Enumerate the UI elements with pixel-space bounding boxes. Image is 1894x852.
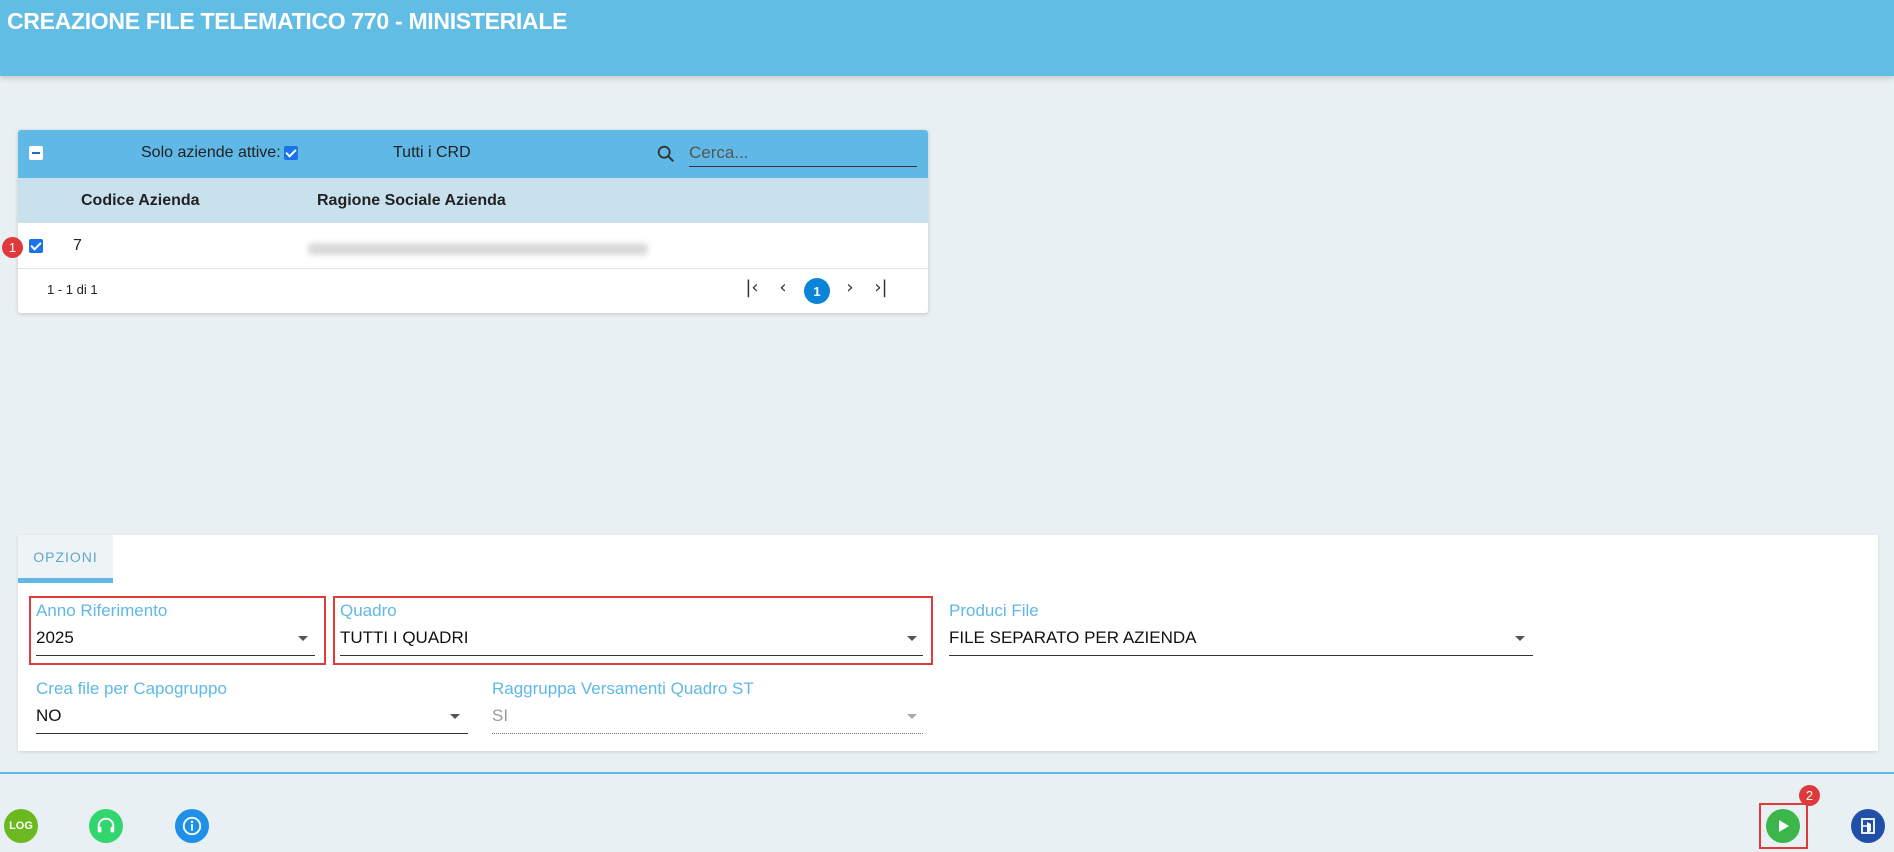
produci-label: Produci File bbox=[949, 601, 1039, 620]
produci-underline bbox=[949, 655, 1533, 656]
active-only-checkbox[interactable] bbox=[284, 146, 298, 160]
step-marker-2: 2 bbox=[1799, 785, 1820, 806]
anno-underline bbox=[36, 655, 315, 656]
pager-info: 1 - 1 di 1 bbox=[47, 282, 98, 297]
quadro-dropdown-icon[interactable] bbox=[907, 636, 917, 641]
exit-button[interactable] bbox=[1851, 809, 1885, 843]
search-input[interactable] bbox=[689, 140, 917, 167]
capogruppo-underline bbox=[36, 733, 468, 734]
exit-door-icon bbox=[1861, 818, 1875, 834]
grid-toolbar: Solo aziende attive: Tutti i CRD bbox=[18, 130, 928, 178]
column-header-name[interactable]: Ragione Sociale Azienda bbox=[317, 192, 506, 210]
quadro-underline bbox=[340, 655, 923, 656]
options-panel: OPZIONI Anno Riferimento 2025 Quadro TUT… bbox=[18, 535, 1878, 751]
run-button[interactable] bbox=[1766, 809, 1800, 843]
page-number-button[interactable]: 1 bbox=[804, 278, 830, 304]
capogruppo-label: Crea file per Capogruppo bbox=[36, 679, 227, 698]
last-page-icon[interactable]: ›| bbox=[867, 273, 895, 301]
company-code: 7 bbox=[73, 237, 82, 254]
active-only-label: Solo aziende attive: bbox=[141, 144, 281, 161]
first-page-icon[interactable]: |‹ bbox=[738, 273, 766, 301]
quadro-select[interactable]: TUTTI I QUADRI bbox=[340, 628, 468, 648]
capogruppo-dropdown-icon[interactable] bbox=[450, 714, 460, 719]
info-button[interactable] bbox=[175, 809, 209, 843]
produci-select[interactable]: FILE SEPARATO PER AZIENDA bbox=[949, 628, 1197, 648]
raggruppa-dropdown-icon bbox=[907, 714, 917, 719]
companies-grid: Solo aziende attive: Tutti i CRD Codice … bbox=[18, 130, 928, 313]
page-title: CREAZIONE FILE TELEMATICO 770 - MINISTER… bbox=[7, 8, 568, 34]
crd-filter-label[interactable]: Tutti i CRD bbox=[393, 144, 471, 162]
raggruppa-label: Raggruppa Versamenti Quadro ST bbox=[492, 679, 754, 698]
anno-select[interactable]: 2025 bbox=[36, 628, 74, 648]
anno-dropdown-icon[interactable] bbox=[298, 636, 308, 641]
deselect-all-checkbox[interactable] bbox=[29, 146, 43, 160]
headset-icon bbox=[97, 817, 115, 833]
capogruppo-select[interactable]: NO bbox=[36, 706, 62, 726]
tab-opzioni[interactable]: OPZIONI bbox=[18, 535, 113, 583]
table-row[interactable]: 7 bbox=[18, 223, 928, 269]
grid-header: Codice Azienda Ragione Sociale Azienda bbox=[18, 178, 928, 223]
anno-label: Anno Riferimento bbox=[36, 601, 168, 620]
search-icon bbox=[657, 145, 675, 163]
produci-dropdown-icon[interactable] bbox=[1515, 636, 1525, 641]
page-header: CREAZIONE FILE TELEMATICO 770 - MINISTER… bbox=[0, 0, 1894, 76]
company-name-redacted bbox=[308, 243, 648, 255]
log-label: LOG bbox=[9, 820, 33, 832]
support-button[interactable] bbox=[89, 809, 123, 843]
log-button[interactable]: LOG bbox=[4, 809, 38, 843]
quadro-label: Quadro bbox=[340, 601, 397, 620]
step-marker-1: 1 bbox=[2, 237, 23, 258]
row-checkbox[interactable] bbox=[29, 239, 43, 253]
raggruppa-underline bbox=[492, 733, 923, 734]
next-page-icon[interactable]: › bbox=[836, 273, 864, 301]
info-icon bbox=[182, 816, 202, 836]
footer-divider bbox=[0, 772, 1894, 774]
prev-page-icon[interactable]: ‹ bbox=[769, 273, 797, 301]
raggruppa-select: SI bbox=[492, 706, 509, 725]
column-header-code[interactable]: Codice Azienda bbox=[81, 192, 200, 210]
play-icon bbox=[1779, 820, 1789, 832]
